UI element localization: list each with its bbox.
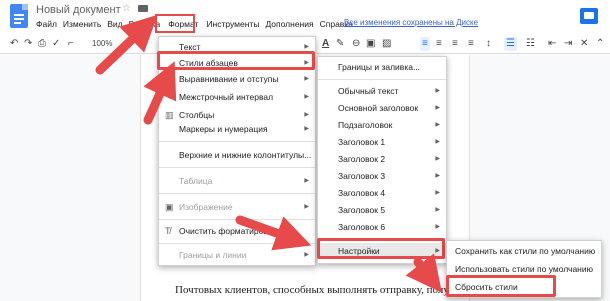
arrow-to-settings: [235, 215, 312, 251]
arrow-to-reset-styles: [405, 253, 442, 293]
arrow-to-format-menu: [95, 14, 158, 75]
arrow-to-paragraph-styles: [143, 61, 177, 125]
tutorial-arrows: [95, 14, 442, 293]
